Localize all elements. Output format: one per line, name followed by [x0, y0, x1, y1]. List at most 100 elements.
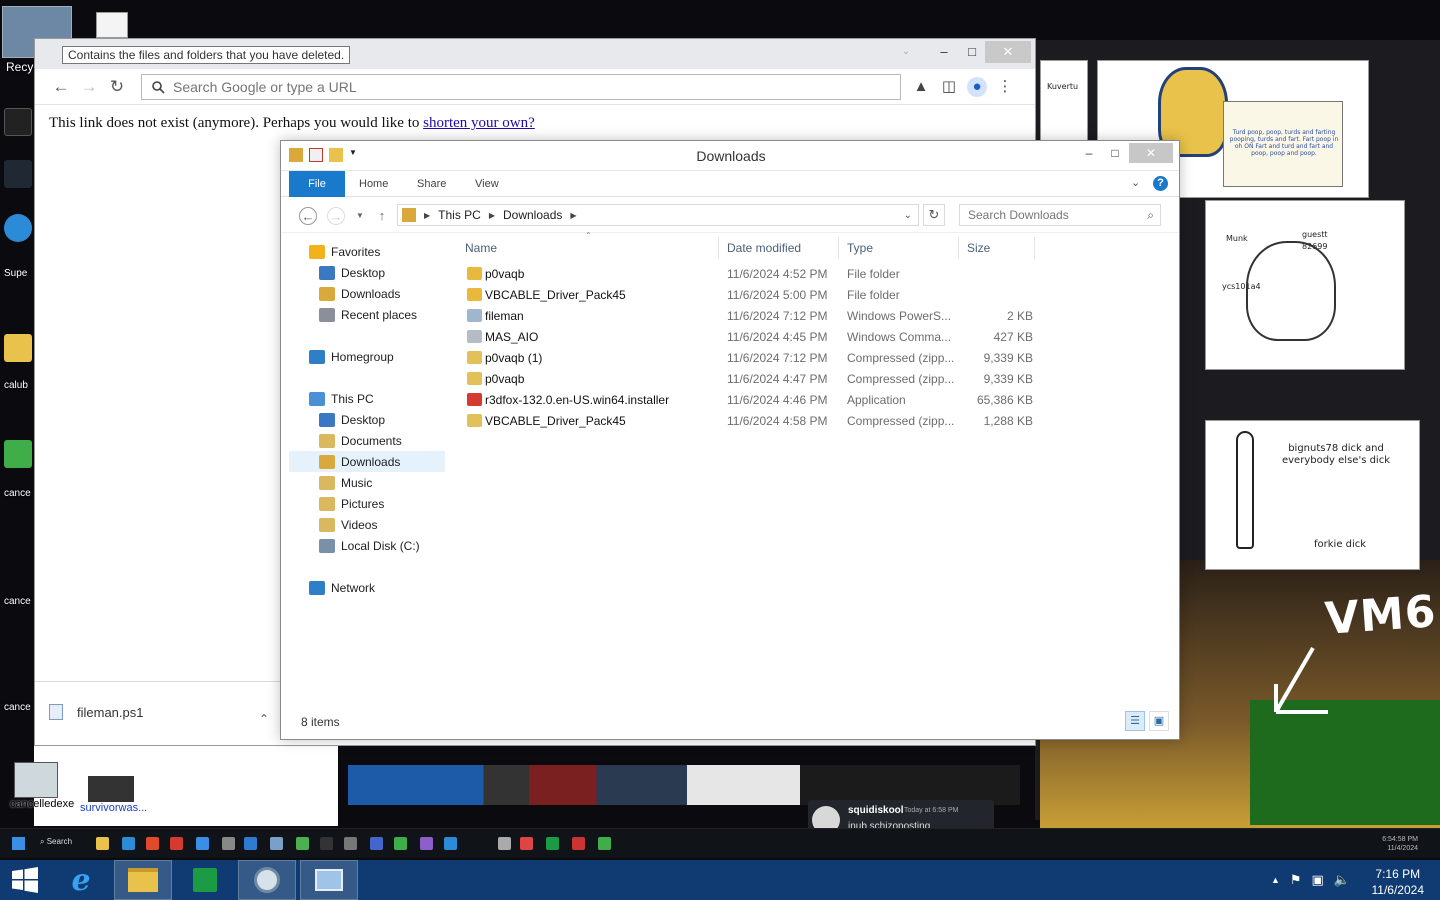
desktop-logitech-icon[interactable]	[4, 160, 34, 188]
taskbar-file-explorer[interactable]	[114, 860, 172, 900]
tab-file[interactable]: File	[289, 171, 345, 197]
desktop-cancelledexe[interactable]: cancelledexe	[10, 762, 74, 810]
ribbon-expand-icon[interactable]: ⌄	[1131, 176, 1140, 189]
help-icon[interactable]: ?	[1153, 176, 1168, 191]
host-clock[interactable]: 7:16 PM 11/6/2024	[1372, 866, 1425, 898]
explorer-titlebar[interactable]: ▼ Downloads – □ ✕	[281, 141, 1179, 171]
nav-item-local-disk-c[interactable]: Local Disk (C:)	[289, 535, 445, 556]
nav-item-favorites[interactable]: Favorites	[289, 241, 445, 262]
taskbar-chrome[interactable]	[238, 860, 296, 900]
network-icon[interactable]: ▣	[1312, 872, 1324, 888]
vm-taskbar-app-icon[interactable]	[598, 837, 611, 850]
refresh-icon[interactable]: ↻	[923, 204, 945, 226]
forward-arrow-icon[interactable]: →	[77, 75, 101, 99]
back-icon[interactable]: ←	[299, 207, 317, 225]
vm-taskbar-app-icon[interactable]	[344, 837, 357, 850]
vm-taskbar-app-icon[interactable]	[146, 837, 159, 850]
column-header-size[interactable]: Size	[959, 237, 1035, 259]
desktop-survivor[interactable]: survivorwas...	[80, 776, 150, 814]
explorer-maximize-button[interactable]: □	[1101, 143, 1129, 163]
action-center-flag-icon[interactable]: ⚑	[1290, 872, 1302, 888]
vm-start-icon[interactable]	[12, 837, 25, 850]
chevron-up-icon[interactable]: ⌃	[259, 712, 269, 726]
start-button[interactable]	[0, 860, 50, 900]
nav-item-downloads[interactable]: Downloads	[289, 283, 445, 304]
file-row[interactable]: MAS_AIO 11/6/2024 4:45 PM Windows Comma...…	[457, 327, 1173, 348]
desktop-epic-icon[interactable]	[4, 108, 34, 136]
address-bar[interactable]: ▶ This PC ▶ Downloads ▶ ⌄	[397, 204, 919, 226]
labs-flask-icon[interactable]: ▲	[911, 77, 931, 97]
chrome-close-button[interactable]: ✕	[985, 41, 1031, 63]
nav-item-homegroup[interactable]: Homegroup	[289, 346, 445, 367]
tab-view[interactable]: View	[461, 171, 513, 197]
tab-share[interactable]: Share	[403, 171, 460, 197]
vm-taskbar-app-icon[interactable]	[96, 837, 109, 850]
tray-expand-icon[interactable]: ▲	[1271, 875, 1280, 888]
chrome-tab-search-icon[interactable]: ⌄	[891, 41, 921, 63]
desktop-calub-icon[interactable]: calub	[4, 380, 34, 391]
file-row[interactable]: p0vaqb 11/6/2024 4:52 PM File folder	[457, 264, 1173, 285]
vm-taskbar-app-icon[interactable]	[572, 837, 585, 850]
vm-taskbar-app-icon[interactable]	[296, 837, 309, 850]
back-arrow-icon[interactable]: ←	[49, 75, 73, 99]
taskbar-remote-desktop[interactable]	[300, 860, 358, 900]
nav-item-documents[interactable]: Documents	[289, 430, 445, 451]
nav-item-desktop[interactable]: Desktop	[289, 409, 445, 430]
omnibox-input[interactable]	[173, 79, 873, 95]
up-arrow-icon[interactable]: ↑	[373, 207, 391, 225]
explorer-close-button[interactable]: ✕	[1129, 143, 1173, 163]
vm-taskbar-app-icon[interactable]	[122, 837, 135, 850]
details-view-icon[interactable]: ☰	[1125, 711, 1145, 731]
nav-item-this-pc[interactable]: This PC	[289, 388, 445, 409]
file-row[interactable]: p0vaqb 11/6/2024 4:47 PM Compressed (zipp.…	[457, 369, 1173, 390]
file-row[interactable]: p0vaqb (1) 11/6/2024 7:12 PM Compressed (z…	[457, 348, 1173, 369]
reload-icon[interactable]: ↻	[105, 75, 129, 99]
vm-taskbar-app-icon[interactable]	[546, 837, 559, 850]
column-header-date[interactable]: Date modified	[719, 237, 839, 259]
vm-taskbar-app-icon[interactable]	[270, 837, 283, 850]
vm-taskbar-app-icon[interactable]	[244, 837, 257, 850]
chrome-menu-icon[interactable]: ⋮	[995, 77, 1015, 97]
file-row[interactable]: fileman 11/6/2024 7:12 PM Windows PowerS..…	[457, 306, 1173, 327]
vm-taskbar-app-icon[interactable]	[222, 837, 235, 850]
desktop-ie-icon[interactable]	[4, 214, 34, 242]
breadcrumb-this-pc[interactable]: This PC	[438, 208, 481, 222]
vm-taskbar-app-icon[interactable]	[444, 837, 457, 850]
chrome-minimize-button[interactable]: –	[929, 41, 959, 63]
vm-taskbar-app-icon[interactable]	[370, 837, 383, 850]
desktop-text-file-icon[interactable]	[96, 12, 128, 38]
download-item[interactable]: fileman.ps1 ⌃	[49, 692, 269, 732]
file-row[interactable]: r3dfox-132.0.en-US.win64.installer 11/6/2…	[457, 390, 1173, 411]
file-row[interactable]: VBCABLE_Driver_Pack45 11/6/2024 4:58 PM Co…	[457, 411, 1173, 432]
address-dropdown-icon[interactable]: ⌄	[904, 210, 912, 221]
omnibox[interactable]	[141, 74, 901, 100]
explorer-minimize-button[interactable]: –	[1075, 143, 1103, 163]
taskbar-internet-explorer[interactable]: e	[52, 860, 110, 900]
volume-icon[interactable]: 🔈	[1334, 872, 1350, 888]
tab-home[interactable]: Home	[345, 171, 402, 197]
nav-item-recent-places[interactable]: Recent places	[289, 304, 445, 325]
nav-item-network[interactable]: Network	[289, 577, 445, 598]
nav-item-pictures[interactable]: Pictures	[289, 493, 445, 514]
file-row[interactable]: VBCABLE_Driver_Pack45 11/6/2024 5:00 PM Fi…	[457, 285, 1173, 306]
vm-taskbar-app-icon[interactable]	[196, 837, 209, 850]
desktop-folder-icon[interactable]	[4, 334, 34, 362]
nav-item-downloads[interactable]: Downloads	[289, 451, 445, 472]
chrome-maximize-button[interactable]: □	[957, 41, 987, 63]
desktop-bluestacks-icon[interactable]	[4, 440, 34, 468]
desktop-cance-icon-1[interactable]: cance	[4, 488, 34, 499]
nav-item-music[interactable]: Music	[289, 472, 445, 493]
breadcrumb-downloads[interactable]: Downloads	[503, 208, 562, 222]
vm-taskbar-app-icon[interactable]	[394, 837, 407, 850]
column-header-type[interactable]: Type	[839, 237, 959, 259]
search-downloads-input[interactable]: Search Downloads ⌕	[959, 204, 1161, 226]
vm-search-button[interactable]: ⌕ Search	[40, 837, 72, 847]
vm-taskbar-app-icon[interactable]	[520, 837, 533, 850]
vm-taskbar-app-icon[interactable]	[498, 837, 511, 850]
vm-taskbar-app-icon[interactable]	[170, 837, 183, 850]
forward-icon[interactable]: →	[327, 207, 345, 225]
large-icons-view-icon[interactable]: ▣	[1149, 711, 1169, 731]
shorten-link[interactable]: shorten your own?	[423, 115, 535, 131]
taskbar-store[interactable]	[176, 860, 234, 900]
desktop-cance-icon-2[interactable]: cance	[4, 596, 34, 607]
